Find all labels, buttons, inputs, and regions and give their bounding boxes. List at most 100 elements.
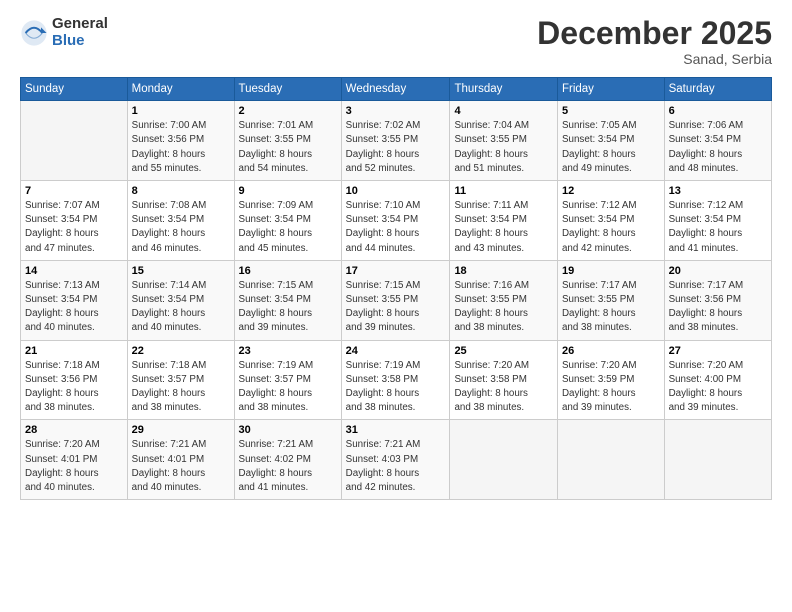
logo-text: General Blue [52, 16, 108, 49]
day-cell: 16 Sunrise: 7:15 AMSunset: 3:54 PMDayligh… [234, 260, 341, 340]
day-info: Sunrise: 7:15 AMSunset: 3:54 PMDaylight:… [239, 279, 337, 336]
day-cell: 10 Sunrise: 7:10 AMSunset: 3:54 PMDayligh… [341, 181, 450, 261]
day-cell: 9 Sunrise: 7:09 AMSunset: 3:54 PMDaylight… [234, 181, 341, 261]
day-number: 22 [132, 345, 230, 357]
day-info: Sunrise: 7:21 AMSunset: 4:03 PMDaylight:… [346, 438, 446, 495]
logo-blue: Blue [52, 33, 108, 50]
day-cell: 24Sunrise: 7:19 AMSunset: 3:58 PMDayligh… [341, 340, 450, 420]
day-number: 26 [562, 345, 660, 357]
day-cell: 3 Sunrise: 7:02 AMSunset: 3:55 PMDaylight… [341, 101, 450, 181]
logo: General Blue [20, 16, 108, 49]
col-header-friday: Friday [557, 78, 664, 101]
week-row-5: 28 Sunrise: 7:20 AMSunset: 4:01 PMDayligh… [21, 420, 772, 500]
col-header-sunday: Sunday [21, 78, 128, 101]
day-info: Sunrise: 7:20 AMSunset: 3:58 PMDaylight:… [454, 359, 553, 416]
day-cell: 30 Sunrise: 7:21 AMSunset: 4:02 PMDayligh… [234, 420, 341, 500]
title-block: December 2025 Sanad, Serbia [537, 16, 772, 67]
day-cell [21, 101, 128, 181]
day-number: 8 [132, 185, 230, 197]
day-number: 29 [132, 424, 230, 436]
day-cell: 25 Sunrise: 7:20 AMSunset: 3:58 PMDayligh… [450, 340, 558, 420]
page: General Blue December 2025 Sanad, Serbia… [0, 0, 792, 612]
day-cell: 18 Sunrise: 7:16 AMSunset: 3:55 PMDayligh… [450, 260, 558, 340]
day-info: Sunrise: 7:21 AMSunset: 4:01 PMDaylight:… [132, 438, 230, 495]
day-cell: 22Sunrise: 7:18 AMSunset: 3:57 PMDayligh… [127, 340, 234, 420]
location: Sanad, Serbia [537, 51, 772, 67]
day-number: 13 [669, 185, 767, 197]
day-number: 27 [669, 345, 767, 357]
week-row-3: 14 Sunrise: 7:13 AMSunset: 3:54 PMDayligh… [21, 260, 772, 340]
calendar-table: SundayMondayTuesdayWednesdayThursdayFrid… [20, 77, 772, 500]
day-cell: 7 Sunrise: 7:07 AMSunset: 3:54 PMDaylight… [21, 181, 128, 261]
day-info: Sunrise: 7:20 AMSunset: 4:01 PMDaylight:… [25, 438, 123, 495]
header-row: SundayMondayTuesdayWednesdayThursdayFrid… [21, 78, 772, 101]
day-cell: 12Sunrise: 7:12 AMSunset: 3:54 PMDayligh… [557, 181, 664, 261]
day-number: 30 [239, 424, 337, 436]
day-cell: 15 Sunrise: 7:14 AMSunset: 3:54 PMDayligh… [127, 260, 234, 340]
day-info: Sunrise: 7:21 AMSunset: 4:02 PMDaylight:… [239, 438, 337, 495]
day-cell: 20Sunrise: 7:17 AMSunset: 3:56 PMDayligh… [664, 260, 771, 340]
day-info: Sunrise: 7:12 AMSunset: 3:54 PMDaylight:… [562, 199, 660, 256]
day-cell: 19Sunrise: 7:17 AMSunset: 3:55 PMDayligh… [557, 260, 664, 340]
day-number: 14 [25, 265, 123, 277]
day-number: 3 [346, 105, 446, 117]
day-info: Sunrise: 7:20 AMSunset: 4:00 PMDaylight:… [669, 359, 767, 416]
day-info: Sunrise: 7:11 AMSunset: 3:54 PMDaylight:… [454, 199, 553, 256]
day-info: Sunrise: 7:08 AMSunset: 3:54 PMDaylight:… [132, 199, 230, 256]
day-info: Sunrise: 7:14 AMSunset: 3:54 PMDaylight:… [132, 279, 230, 336]
day-info: Sunrise: 7:02 AMSunset: 3:55 PMDaylight:… [346, 119, 446, 176]
day-cell: 27 Sunrise: 7:20 AMSunset: 4:00 PMDayligh… [664, 340, 771, 420]
day-info: Sunrise: 7:12 AMSunset: 3:54 PMDaylight:… [669, 199, 767, 256]
day-info: Sunrise: 7:06 AMSunset: 3:54 PMDaylight:… [669, 119, 767, 176]
day-info: Sunrise: 7:16 AMSunset: 3:55 PMDaylight:… [454, 279, 553, 336]
day-number: 21 [25, 345, 123, 357]
day-cell: 26Sunrise: 7:20 AMSunset: 3:59 PMDayligh… [557, 340, 664, 420]
col-header-thursday: Thursday [450, 78, 558, 101]
week-row-1: 1 Sunrise: 7:00 AMSunset: 3:56 PMDaylight… [21, 101, 772, 181]
day-cell: 17Sunrise: 7:15 AMSunset: 3:55 PMDayligh… [341, 260, 450, 340]
day-number: 9 [239, 185, 337, 197]
week-row-2: 7 Sunrise: 7:07 AMSunset: 3:54 PMDaylight… [21, 181, 772, 261]
day-cell: 29 Sunrise: 7:21 AMSunset: 4:01 PMDayligh… [127, 420, 234, 500]
col-header-wednesday: Wednesday [341, 78, 450, 101]
day-number: 10 [346, 185, 446, 197]
day-cell: 11 Sunrise: 7:11 AMSunset: 3:54 PMDayligh… [450, 181, 558, 261]
day-number: 31 [346, 424, 446, 436]
day-info: Sunrise: 7:19 AMSunset: 3:57 PMDaylight:… [239, 359, 337, 416]
day-info: Sunrise: 7:17 AMSunset: 3:55 PMDaylight:… [562, 279, 660, 336]
day-cell: 23Sunrise: 7:19 AMSunset: 3:57 PMDayligh… [234, 340, 341, 420]
logo-general: General [52, 16, 108, 33]
day-number: 20 [669, 265, 767, 277]
week-row-4: 21 Sunrise: 7:18 AMSunset: 3:56 PMDayligh… [21, 340, 772, 420]
col-header-monday: Monday [127, 78, 234, 101]
day-number: 18 [454, 265, 553, 277]
day-number: 7 [25, 185, 123, 197]
day-number: 16 [239, 265, 337, 277]
day-number: 28 [25, 424, 123, 436]
day-cell: 13 Sunrise: 7:12 AMSunset: 3:54 PMDayligh… [664, 181, 771, 261]
day-info: Sunrise: 7:07 AMSunset: 3:54 PMDaylight:… [25, 199, 123, 256]
day-number: 4 [454, 105, 553, 117]
day-number: 5 [562, 105, 660, 117]
day-cell: 5 Sunrise: 7:05 AMSunset: 3:54 PMDaylight… [557, 101, 664, 181]
day-info: Sunrise: 7:19 AMSunset: 3:58 PMDaylight:… [346, 359, 446, 416]
day-cell: 31 Sunrise: 7:21 AMSunset: 4:03 PMDayligh… [341, 420, 450, 500]
day-number: 1 [132, 105, 230, 117]
col-header-tuesday: Tuesday [234, 78, 341, 101]
day-number: 6 [669, 105, 767, 117]
day-cell: 8 Sunrise: 7:08 AMSunset: 3:54 PMDaylight… [127, 181, 234, 261]
day-number: 25 [454, 345, 553, 357]
day-info: Sunrise: 7:18 AMSunset: 3:56 PMDaylight:… [25, 359, 123, 416]
day-info: Sunrise: 7:09 AMSunset: 3:54 PMDaylight:… [239, 199, 337, 256]
day-info: Sunrise: 7:13 AMSunset: 3:54 PMDaylight:… [25, 279, 123, 336]
day-number: 15 [132, 265, 230, 277]
day-info: Sunrise: 7:10 AMSunset: 3:54 PMDaylight:… [346, 199, 446, 256]
day-number: 11 [454, 185, 553, 197]
day-cell [557, 420, 664, 500]
day-info: Sunrise: 7:04 AMSunset: 3:55 PMDaylight:… [454, 119, 553, 176]
day-info: Sunrise: 7:15 AMSunset: 3:55 PMDaylight:… [346, 279, 446, 336]
header: General Blue December 2025 Sanad, Serbia [20, 16, 772, 67]
day-number: 2 [239, 105, 337, 117]
day-info: Sunrise: 7:05 AMSunset: 3:54 PMDaylight:… [562, 119, 660, 176]
day-info: Sunrise: 7:00 AMSunset: 3:56 PMDaylight:… [132, 119, 230, 176]
